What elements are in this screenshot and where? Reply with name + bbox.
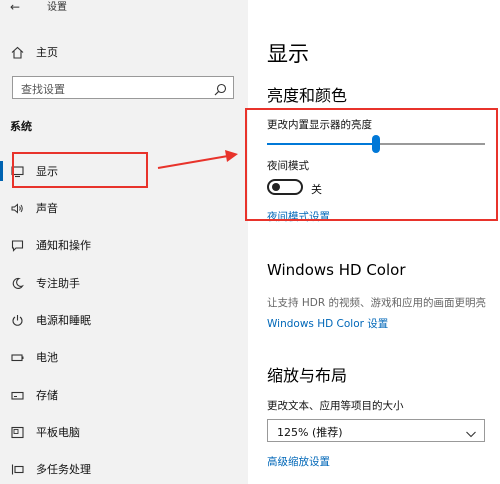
sidebar-item-storage[interactable]: 存储 — [0, 382, 248, 408]
sidebar-item-multitasking[interactable]: 多任务处理 — [0, 456, 248, 482]
sidebar-item-notifications[interactable]: 通知和操作 — [0, 232, 248, 258]
speaker-icon — [10, 201, 24, 215]
multitask-icon — [10, 462, 24, 476]
hd-color-heading: Windows HD Color — [267, 261, 406, 279]
window-title: 设置 — [47, 2, 67, 13]
back-arrow-icon[interactable]: ← — [10, 0, 20, 14]
annotation-box-display-item — [12, 152, 148, 188]
advanced-scaling-link[interactable]: 高级缩放设置 — [267, 454, 330, 469]
sidebar-item-label: 专注助手 — [36, 277, 80, 290]
sidebar-item-power-sleep[interactable]: 电源和睡眠 — [0, 307, 248, 333]
tablet-icon — [10, 425, 24, 439]
sidebar-item-label: 声音 — [36, 202, 58, 215]
search-icon[interactable] — [214, 81, 227, 96]
chevron-down-icon — [465, 425, 477, 438]
sidebar-item-label: 电池 — [36, 351, 58, 364]
storage-icon — [10, 388, 24, 402]
search-placeholder: 查找设置 — [21, 83, 65, 96]
title-bar: ← 设置 — [0, 0, 248, 20]
hd-color-settings-link[interactable]: Windows HD Color 设置 — [267, 316, 388, 331]
section-label-system: 系统 — [10, 120, 32, 133]
power-icon — [10, 313, 24, 327]
page-title: 显示 — [267, 42, 309, 66]
scale-label: 更改文本、应用等项目的大小 — [267, 400, 404, 412]
sidebar-item-label: 平板电脑 — [36, 426, 80, 439]
message-icon — [10, 238, 24, 252]
sidebar-item-label: 多任务处理 — [36, 463, 91, 476]
search-input[interactable]: 查找设置 — [12, 76, 234, 99]
sidebar-item-sound[interactable]: 声音 — [0, 195, 248, 221]
sidebar-item-label: 通知和操作 — [36, 239, 91, 252]
sidebar-item-label: 电源和睡眠 — [36, 314, 91, 327]
main-content: 显示 亮度和颜色 更改内置显示器的亮度 夜间模式 关 夜间模式设置 Window… — [248, 0, 500, 484]
sidebar: ← 设置 主页 查找设置 系统 显示 声音 通知和操作 专注助手 电源和睡眠 电… — [0, 0, 248, 484]
sidebar-item-label: 主页 — [36, 46, 58, 59]
home-icon — [10, 45, 24, 59]
brightness-heading: 亮度和颜色 — [267, 86, 348, 105]
sidebar-item-label: 存储 — [36, 389, 58, 402]
annotation-box-brightness-section — [245, 108, 498, 221]
sidebar-item-focus-assist[interactable]: 专注助手 — [0, 270, 248, 296]
sidebar-item-battery[interactable]: 电池 — [0, 344, 248, 370]
sidebar-item-home[interactable]: 主页 — [0, 39, 248, 65]
hd-color-description: 让支持 HDR 的视频、游戏和应用的画面更明亮 — [267, 297, 486, 309]
sidebar-item-tablet[interactable]: 平板电脑 — [0, 419, 248, 445]
battery-icon — [10, 350, 24, 364]
moon-icon — [10, 276, 24, 290]
scale-dropdown-value: 125% (推荐) — [277, 426, 343, 439]
scale-dropdown[interactable]: 125% (推荐) — [267, 419, 485, 442]
scale-layout-heading: 缩放与布局 — [267, 366, 348, 385]
